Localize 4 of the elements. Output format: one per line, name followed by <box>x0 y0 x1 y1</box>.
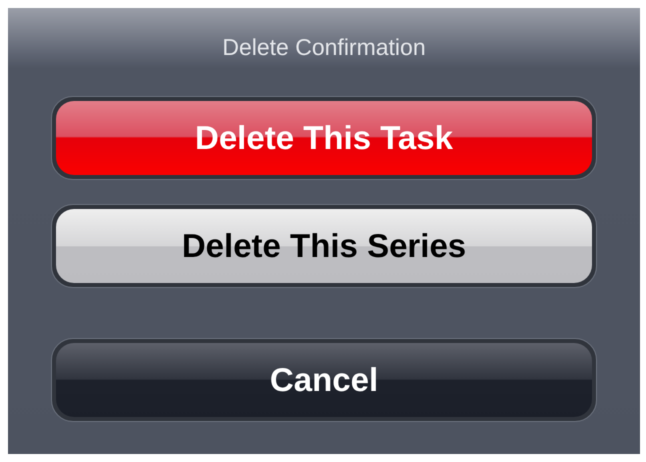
action-button[interactable]: Delete This Series <box>56 209 592 283</box>
action-button[interactable]: Delete This Task <box>56 101 592 175</box>
action-button[interactable]: Cancel <box>56 343 592 417</box>
sheet-title: Delete Confirmation <box>222 34 426 60</box>
